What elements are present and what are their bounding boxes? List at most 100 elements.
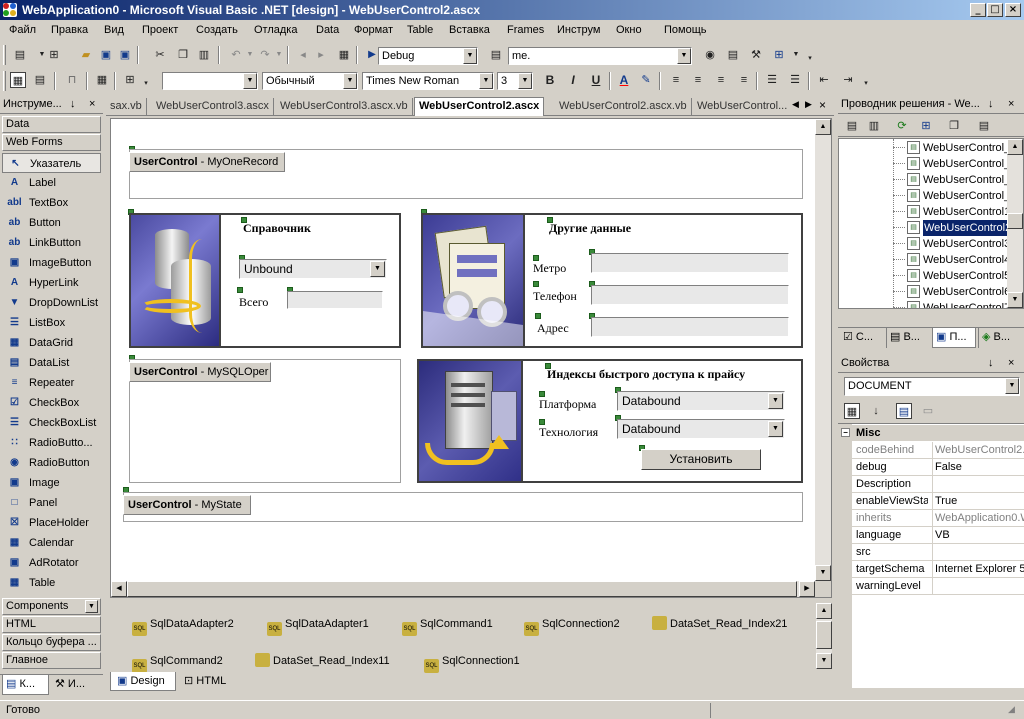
toolbox-item-adrotator[interactable]: ▣ AdRotator <box>2 553 101 573</box>
toolbox-item-radiobutto-[interactable]: ∷ RadioButto... <box>2 433 101 453</box>
toolbox-item-table[interactable]: ▦ Table <box>2 573 101 593</box>
property-row[interactable]: language VB <box>852 527 1024 544</box>
toolbox-item-image[interactable]: ▣ Image <box>2 473 101 493</box>
component-item[interactable]: SQL SqlConnection1 <box>424 653 520 673</box>
property-row[interactable]: enableViewSta True <box>852 493 1024 510</box>
hscroll-thumb[interactable] <box>127 581 797 597</box>
menu-edit[interactable]: Правка <box>51 24 88 36</box>
tab-resource-view[interactable]: ◈ В... <box>978 328 1022 348</box>
tab-solution-explorer[interactable]: ▣ П... <box>932 328 976 348</box>
tab-server-explorer[interactable]: ☑ С... <box>840 328 884 348</box>
property-value[interactable]: True <box>932 493 1024 509</box>
tree-item[interactable]: ▤WebUserControl_xx_ <box>907 172 1009 188</box>
menu-view[interactable]: Вид <box>104 24 124 36</box>
nav-forward-icon[interactable]: ▸ <box>313 47 329 63</box>
design-surface[interactable]: UserControl - MyOneRecord Справочник Unb… <box>110 118 832 598</box>
reference-select[interactable]: Unbound ▼ <box>239 259 387 279</box>
toolbox-item-datalist[interactable]: ▤ DataList <box>2 353 101 373</box>
bookmark-icon[interactable]: ▦ <box>336 47 352 63</box>
show-all-files-icon[interactable]: ⊞ <box>918 118 934 134</box>
paste-icon[interactable]: ▥ <box>196 47 212 63</box>
tree-item[interactable]: ▤WebUserControl4.as <box>907 252 1009 268</box>
toolbox-item-hyperlink[interactable]: A HyperLink <box>2 273 101 293</box>
toolbox-item-label[interactable]: A Label <box>2 173 101 193</box>
properties-grid[interactable]: − Misc codeBehind WebUserControl2. debug Fal… <box>838 423 1024 689</box>
alphabetical-icon[interactable]: ↓ <box>868 403 884 419</box>
pin-icon[interactable]: ↓ <box>988 96 994 113</box>
category-misc[interactable]: − Misc <box>838 425 1024 441</box>
usercontrol-header[interactable]: UserControl - MyState <box>123 495 251 515</box>
toolbox-window-icon[interactable]: ⚒ <box>748 47 764 63</box>
install-button[interactable]: Установить <box>641 449 761 470</box>
position-dropdown-icon[interactable]: ▾ <box>138 76 154 92</box>
scroll-up-icon[interactable]: ▲ <box>815 119 831 135</box>
tab-class-view[interactable]: ▤ К... <box>2 675 49 695</box>
scroll-down-icon[interactable]: ▼ <box>1007 292 1023 308</box>
scroll-down-icon[interactable]: ▼ <box>816 653 832 669</box>
indent-icon[interactable]: ⇥ <box>840 72 856 88</box>
component-item[interactable]: SQL SqlDataAdapter1 <box>267 616 369 636</box>
scroll-left-icon[interactable]: ◀ <box>111 581 127 597</box>
property-value[interactable]: WebUserControl2. <box>932 442 1024 458</box>
underline-button[interactable]: U <box>588 72 604 88</box>
property-row[interactable]: codeBehind WebUserControl2. <box>852 442 1024 459</box>
platform-select[interactable]: Databound ▼ <box>617 391 785 411</box>
menu-tools[interactable]: Инструм <box>557 24 600 36</box>
tree-item[interactable]: ▤WebUserControl7.as <box>907 300 1009 308</box>
toolbox-item-dropdownlist[interactable]: ▼ DropDownList <box>2 293 101 313</box>
property-value[interactable]: VB <box>932 527 1024 543</box>
tech-select[interactable]: Databound ▼ <box>617 419 785 439</box>
toolbox-item-placeholder[interactable]: ☒ PlaceHolder <box>2 513 101 533</box>
toolbox-section-general[interactable]: Главное <box>2 652 101 669</box>
font-size-select[interactable]: 3 ▼ <box>497 72 533 90</box>
close-icon[interactable]: × <box>1008 355 1014 372</box>
style-select[interactable]: Обычный ▼ <box>262 72 358 90</box>
find-combo[interactable]: me. ▼ <box>508 47 692 65</box>
toolbox-item-radiobutton[interactable]: ◉ RadioButton <box>2 453 101 473</box>
close-icon[interactable]: × <box>1008 96 1014 113</box>
toolbox-item-calendar[interactable]: ▦ Calendar <box>2 533 101 553</box>
class-view-icon[interactable]: ⊞ <box>771 47 787 63</box>
tray-scroll-thumb[interactable] <box>816 621 832 649</box>
property-value[interactable]: WebApplication0.W <box>932 510 1024 526</box>
property-value[interactable] <box>932 476 1024 492</box>
scroll-up-icon[interactable]: ▲ <box>1007 139 1023 155</box>
menu-help[interactable]: Помощь <box>664 24 707 36</box>
properties-icon[interactable]: ▤ <box>976 118 992 134</box>
block-format-select[interactable]: ▼ <box>162 72 258 90</box>
tree-item[interactable]: ▤WebUserControl5.as <box>907 268 1009 284</box>
toolbox-item-linkbutton[interactable]: ab LinkButton <box>2 233 101 253</box>
tree-vscroll[interactable]: ▲ ▼ <box>1007 139 1023 308</box>
metro-field[interactable] <box>591 253 789 273</box>
app-icon[interactable] <box>3 3 17 17</box>
copy-icon[interactable]: ❐ <box>175 47 191 63</box>
toolbar-grip[interactable] <box>3 71 6 91</box>
menu-data[interactable]: Data <box>316 24 339 36</box>
undo-dropdown-icon[interactable]: ▼ <box>242 47 258 63</box>
add-item-icon[interactable]: ⊞ <box>46 47 62 63</box>
scroll-right-icon[interactable]: ▶ <box>799 581 815 597</box>
toolbox-item-checkboxlist[interactable]: ☰ CheckBoxList <box>2 413 101 433</box>
position-icon[interactable]: ⊞ <box>122 72 138 88</box>
align-center-icon[interactable]: ≡ <box>690 72 706 88</box>
tree-item[interactable]: ▤WebUserControl2.as <box>907 220 1009 236</box>
toolbox-item-checkbox[interactable]: ☑ CheckBox <box>2 393 101 413</box>
new-project-icon[interactable]: ▤ <box>12 47 28 63</box>
close-document-icon[interactable]: × <box>819 98 826 112</box>
menu-debug[interactable]: Отладка <box>254 24 297 36</box>
menu-project[interactable]: Проект <box>142 24 178 36</box>
component-item[interactable]: DataSet_Read_Index11 <box>255 653 390 669</box>
tree-item[interactable]: ▤WebUserControl6.as <box>907 284 1009 300</box>
cut-icon[interactable]: ✂ <box>152 47 168 63</box>
tab-doc-active[interactable]: WebUserControl2.ascx <box>414 97 545 116</box>
address-field[interactable] <box>591 317 789 337</box>
toolbox-section-html[interactable]: HTML <box>2 616 101 633</box>
lock-icon[interactable]: ⊓ <box>64 72 80 88</box>
toolbox-item-panel[interactable]: □ Panel <box>2 493 101 513</box>
tab-toolbox[interactable]: ⚒ И... <box>52 675 101 695</box>
property-row[interactable]: targetSchema Internet Explorer 5 <box>852 561 1024 578</box>
pin-icon[interactable]: ↓ <box>70 96 76 113</box>
menu-table[interactable]: Table <box>407 24 433 36</box>
menu-window[interactable]: Окно <box>616 24 642 36</box>
component-item[interactable]: DataSet_Read_Index21 <box>652 616 787 632</box>
